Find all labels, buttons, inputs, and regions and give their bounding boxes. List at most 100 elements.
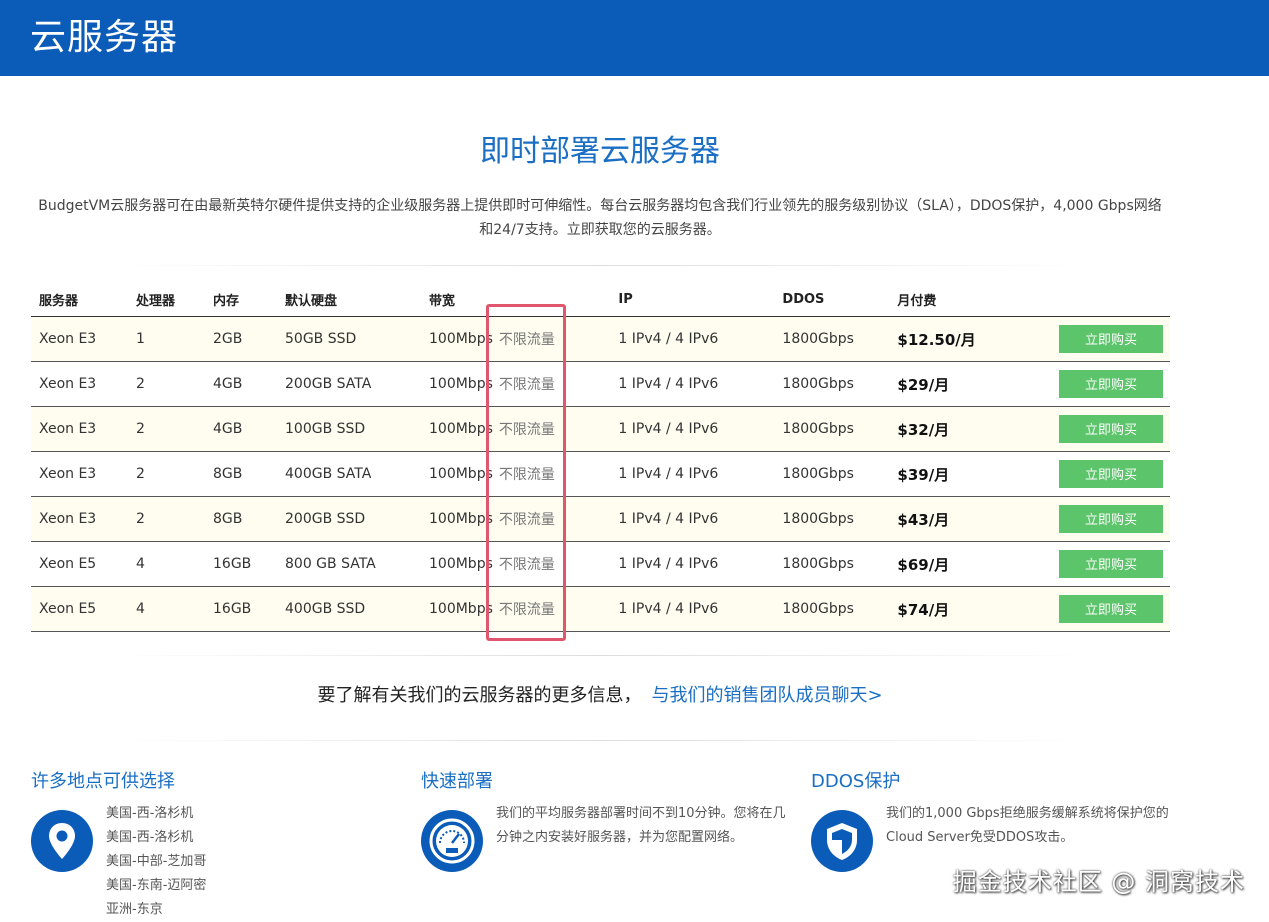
buy-now-button[interactable]: 立即购买	[1059, 505, 1163, 533]
cell-bandwidth: 100Mbps	[421, 541, 493, 587]
cell-bandwidth: 100Mbps	[421, 316, 493, 362]
cell-ip: 1 IPv4 / 4 IPv6	[610, 406, 775, 452]
feature-deploy: 快速部署 我们的平均服务器部署时间不到10分钟。您将在几分钟之内安装好服务器，并…	[421, 768, 786, 872]
cell-server: Xeon E3	[31, 451, 128, 497]
table-row: Xeon E5 4 16GB 400GB SSD 100Mbps 不限流量 1 IPv4 /…	[31, 586, 1170, 632]
cell-bandwidth: 100Mbps	[421, 361, 493, 407]
cell-ram: 16GB	[205, 541, 277, 587]
buy-now-button[interactable]: 立即购买	[1059, 550, 1163, 578]
cell-ram: 4GB	[205, 406, 277, 452]
cell-traffic: 不限流量	[492, 361, 611, 407]
cell-ddos: 1800Gbps	[774, 406, 890, 452]
cell-price: $12.50/月	[889, 316, 1048, 362]
cell-bandwidth: 100Mbps	[421, 586, 493, 632]
cell-action: 立即购买	[1047, 496, 1170, 542]
buy-now-button[interactable]: 立即购买	[1059, 325, 1163, 353]
cell-disk: 800 GB SATA	[277, 541, 421, 587]
divider-top	[110, 265, 1090, 266]
cell-server: Xeon E3	[31, 316, 128, 362]
cell-cpu: 2	[128, 496, 205, 542]
buy-now-button[interactable]: 立即购买	[1059, 595, 1163, 623]
cell-ddos: 1800Gbps	[774, 586, 890, 632]
cell-price: $39/月	[889, 451, 1048, 497]
feature-locations-title: 许多地点可供选择	[31, 771, 175, 792]
table-row: Xeon E3 2 8GB 400GB SATA 100Mbps 不限流量 1 IPv4 /…	[31, 451, 1170, 497]
feature-locations: 许多地点可供选择 美国-西-洛杉机 美国-西-洛杉机 美国-中部-芝加哥 美国-…	[31, 768, 391, 917]
buy-now-button[interactable]: 立即购买	[1059, 415, 1163, 443]
cell-cpu: 2	[128, 451, 205, 497]
more-info: 要了解有关我们的云服务器的更多信息， 与我们的销售团队成员聊天>	[0, 682, 1200, 710]
divider-middle	[110, 655, 1090, 656]
divider-bottom	[110, 740, 1090, 741]
col-header-price: 月付费	[889, 282, 1048, 317]
cell-ram: 8GB	[205, 496, 277, 542]
site-header: 云服务器	[0, 0, 1269, 76]
location-pin-icon	[31, 810, 93, 872]
cell-disk: 100GB SSD	[277, 406, 421, 452]
cell-traffic: 不限流量	[492, 406, 611, 452]
intro-text: BudgetVM云服务器可在由最新英特尔硬件提供支持的企业级服务器上提供即时可伸…	[30, 194, 1170, 242]
cell-ddos: 1800Gbps	[774, 496, 890, 542]
cell-bandwidth: 100Mbps	[421, 451, 493, 497]
cell-traffic: 不限流量	[492, 541, 611, 587]
cell-ram: 8GB	[205, 451, 277, 497]
cell-ram: 4GB	[205, 361, 277, 407]
cell-server: Xeon E3	[31, 496, 128, 542]
cell-server: Xeon E5	[31, 586, 128, 632]
cell-cpu: 2	[128, 406, 205, 452]
col-header-ram: 内存	[205, 282, 277, 317]
cell-bandwidth: 100Mbps	[421, 496, 493, 542]
cell-action: 立即购买	[1047, 361, 1170, 407]
sales-chat-link[interactable]: 与我们的销售团队成员聊天>	[651, 685, 882, 706]
cell-disk: 400GB SATA	[277, 451, 421, 497]
cell-cpu: 4	[128, 541, 205, 587]
col-header-action	[1047, 282, 1170, 317]
cell-price: $43/月	[889, 496, 1048, 542]
shield-icon	[811, 810, 873, 872]
cell-action: 立即购买	[1047, 316, 1170, 362]
speedometer-icon	[421, 810, 483, 872]
col-header-server: 服务器	[31, 282, 128, 317]
cell-disk: 50GB SSD	[277, 316, 421, 362]
col-header-ip: IP	[610, 282, 775, 317]
feature-deploy-title: 快速部署	[421, 771, 493, 792]
feature-deploy-text: 我们的平均服务器部署时间不到10分钟。您将在几分钟之内安装好服务器，并为您配置网…	[496, 806, 786, 845]
cell-ip: 1 IPv4 / 4 IPv6	[610, 361, 775, 407]
table-row: Xeon E3 1 2GB 50GB SSD 100Mbps 不限流量 1 IPv4 / 4…	[31, 316, 1170, 362]
table-row: Xeon E3 2 8GB 200GB SSD 100Mbps 不限流量 1 IPv4 / …	[31, 496, 1170, 542]
cell-ip: 1 IPv4 / 4 IPv6	[610, 451, 775, 497]
cell-ram: 2GB	[205, 316, 277, 362]
buy-now-button[interactable]: 立即购买	[1059, 370, 1163, 398]
cell-action: 立即购买	[1047, 406, 1170, 452]
cell-ddos: 1800Gbps	[774, 361, 890, 407]
cell-disk: 400GB SSD	[277, 586, 421, 632]
cell-server: Xeon E3	[31, 361, 128, 407]
cell-ip: 1 IPv4 / 4 IPv6	[610, 586, 775, 632]
cell-bandwidth: 100Mbps	[421, 406, 493, 452]
intro-line-2: 和24/7支持。立即获取您的云服务器。	[479, 222, 721, 238]
cell-action: 立即购买	[1047, 586, 1170, 632]
cell-ddos: 1800Gbps	[774, 316, 890, 362]
location-item: 美国-西-洛杉机	[106, 830, 194, 845]
location-item: 美国-中部-芝加哥	[106, 854, 207, 869]
cell-traffic: 不限流量	[492, 586, 611, 632]
buy-now-button[interactable]: 立即购买	[1059, 460, 1163, 488]
cell-cpu: 1	[128, 316, 205, 362]
pricing-table: 服务器 处理器 内存 默认硬盘 带宽 IP DDOS 月付费 Xeon E3 1 2…	[31, 282, 1170, 632]
table-row: Xeon E3 2 4GB 200GB SATA 100Mbps 不限流量 1 IPv4 /…	[31, 361, 1170, 407]
col-header-cpu: 处理器	[128, 282, 205, 317]
cell-action: 立即购买	[1047, 451, 1170, 497]
cell-cpu: 2	[128, 361, 205, 407]
cell-price: $69/月	[889, 541, 1048, 587]
col-header-disk: 默认硬盘	[277, 282, 421, 317]
cell-ddos: 1800Gbps	[774, 541, 890, 587]
col-header-bandwidth: 带宽	[421, 282, 611, 317]
cell-cpu: 4	[128, 586, 205, 632]
cell-price: $32/月	[889, 406, 1048, 452]
feature-ddos-text: 我们的1,000 Gbps拒绝服务缓解系统将保护您的Cloud Server免受…	[886, 806, 1169, 845]
col-header-ddos: DDOS	[774, 282, 890, 317]
cell-ip: 1 IPv4 / 4 IPv6	[610, 541, 775, 587]
cell-ip: 1 IPv4 / 4 IPv6	[610, 316, 775, 362]
location-item: 亚洲-东京	[106, 902, 163, 917]
cell-disk: 200GB SSD	[277, 496, 421, 542]
